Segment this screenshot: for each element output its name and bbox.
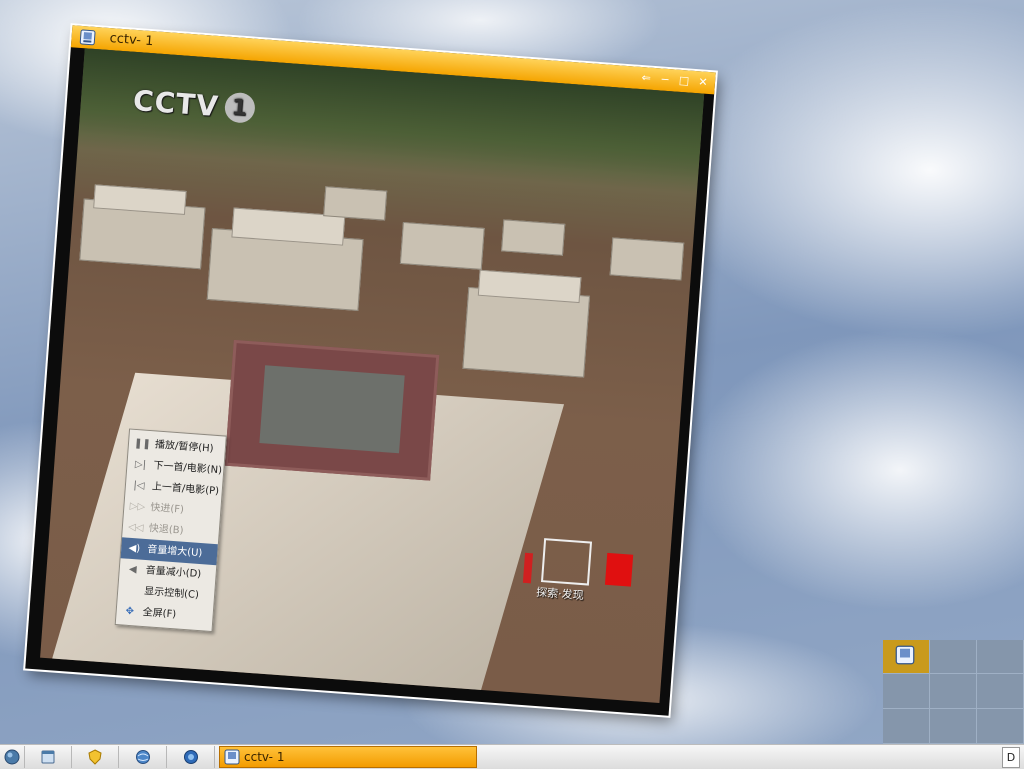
window-title: cctv- 1: [109, 31, 154, 50]
video-area[interactable]: CCTV 1 探索·发现 ❚❚ 播放/暂停(H) ▷| 下一首/电影(N) |◁…: [40, 48, 705, 704]
foreground-red-slab: [224, 339, 440, 481]
taskbar-item-label: cctv- 1: [244, 750, 285, 764]
shield-icon: [88, 749, 102, 765]
tomb: [609, 237, 685, 281]
web-browser-icon: [184, 750, 198, 764]
workspace-4[interactable]: [883, 674, 930, 709]
fullscreen-icon: ✥: [125, 605, 135, 618]
workspace-6[interactable]: [977, 674, 1024, 709]
rewind-icon: ◁◁: [127, 521, 144, 534]
player-app-icon[interactable]: [78, 28, 96, 46]
tomb: [323, 186, 388, 221]
taskbar: cctv- 1 D: [0, 744, 1024, 769]
minimize-button[interactable]: −: [658, 72, 673, 87]
volume-up-icon: ◀): [128, 542, 141, 555]
file-manager-button[interactable]: [25, 746, 72, 768]
system-menu-button[interactable]: [0, 746, 25, 768]
workspace-8[interactable]: [930, 709, 977, 744]
context-menu: ❚❚ 播放/暂停(H) ▷| 下一首/电影(N) |◁ 上一首/电影(P) ▷▷…: [114, 428, 227, 633]
workspace-9[interactable]: [977, 709, 1024, 744]
taskbar-item-cctv-player[interactable]: cctv- 1: [219, 746, 477, 768]
pause-icon: ❚❚: [133, 437, 152, 451]
network-browser-button[interactable]: [120, 746, 167, 768]
cctv-logo-number: 1: [223, 91, 256, 124]
restore-icon[interactable]: ⇐: [639, 71, 654, 86]
workspace-3[interactable]: [977, 640, 1024, 674]
player-app-icon: [224, 749, 240, 765]
player-window-thumbnail-icon: [895, 645, 915, 669]
workspace-2[interactable]: [930, 640, 977, 674]
prev-icon: |◁: [133, 479, 145, 492]
web-browser-button[interactable]: [168, 746, 215, 768]
cctv-logo-text: CCTV: [131, 83, 221, 123]
tray-indicator[interactable]: D: [1002, 747, 1020, 768]
globe-icon: [136, 750, 150, 764]
player-window[interactable]: cctv- 1 ⇐ − □ ✕ CCTV 1 探索·发现 ❚❚ 播放/暂停(H)…: [25, 25, 716, 716]
program-caption: 探索·发现: [535, 585, 585, 603]
workspace-1[interactable]: [883, 640, 930, 674]
program-badge: 探索·发现: [522, 537, 636, 605]
next-icon: ▷|: [134, 459, 147, 471]
shield-app-button[interactable]: [72, 746, 119, 768]
system-menu-icon: [4, 749, 20, 765]
workspace-7[interactable]: [883, 709, 930, 744]
volume-down-icon: ◀: [128, 563, 138, 576]
maximize-button[interactable]: □: [677, 74, 692, 89]
workspace-5[interactable]: [930, 674, 977, 709]
tomb: [399, 221, 485, 270]
tomb: [501, 219, 566, 256]
close-button[interactable]: ✕: [695, 75, 710, 90]
program-logo-icon: [540, 538, 593, 586]
file-manager-icon: [41, 750, 55, 764]
workspace-pager: [883, 640, 1024, 744]
fast-forward-icon: ▷▷: [129, 500, 146, 513]
